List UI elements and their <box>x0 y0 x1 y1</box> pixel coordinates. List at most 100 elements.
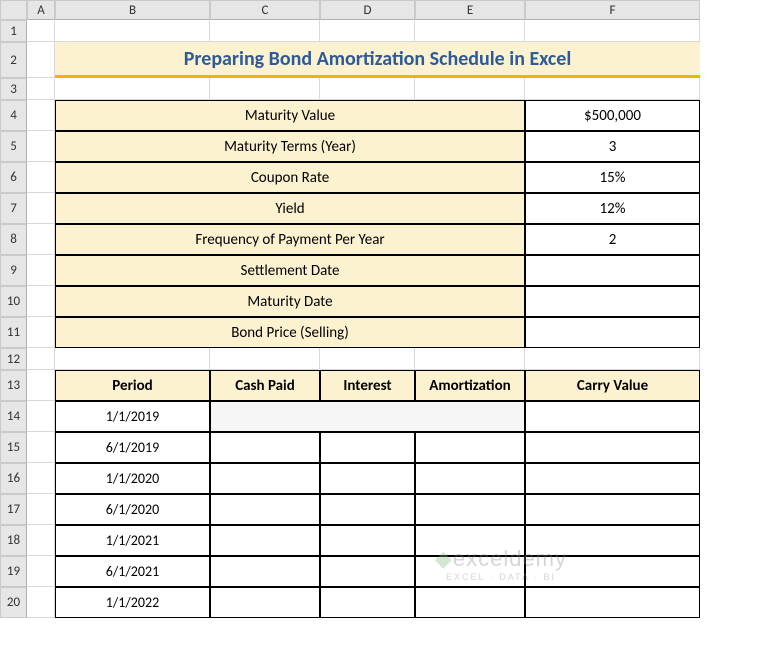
cell-blank[interactable] <box>525 20 700 42</box>
sched-carry-value[interactable] <box>525 432 700 463</box>
row-header-3[interactable]: 3 <box>0 78 27 100</box>
row-header-14[interactable]: 14 <box>0 401 27 432</box>
param-value-settlement-date[interactable] <box>525 255 700 286</box>
sched-cash-paid[interactable] <box>210 463 320 494</box>
cell-blank[interactable] <box>27 556 55 587</box>
sched-period[interactable]: 1/1/2020 <box>55 463 210 494</box>
sched-header-period[interactable]: Period <box>55 370 210 401</box>
row-header-16[interactable]: 16 <box>0 463 27 494</box>
sched-interest[interactable] <box>320 463 415 494</box>
row-header-7[interactable]: 7 <box>0 193 27 224</box>
sched-amortization[interactable] <box>415 556 525 587</box>
sched-carry-value[interactable] <box>525 494 700 525</box>
sched-interest[interactable] <box>320 587 415 618</box>
param-value-maturity-value[interactable]: $500,000 <box>525 100 700 131</box>
col-header-F[interactable]: F <box>525 0 700 20</box>
col-header-E[interactable]: E <box>415 0 525 20</box>
cell-blank[interactable] <box>320 20 415 42</box>
param-label-yield[interactable]: Yield <box>55 193 525 224</box>
cell-blank[interactable] <box>525 78 700 100</box>
col-header-D[interactable]: D <box>320 0 415 20</box>
row-header-19[interactable]: 19 <box>0 556 27 587</box>
sched-interest[interactable] <box>320 556 415 587</box>
sched-interest[interactable] <box>320 494 415 525</box>
sched-amortization[interactable] <box>415 587 525 618</box>
cell-blank[interactable] <box>27 370 55 401</box>
param-label-settlement-date[interactable]: Settlement Date <box>55 255 525 286</box>
row-header-8[interactable]: 8 <box>0 224 27 255</box>
cell-blank[interactable] <box>415 20 525 42</box>
sched-amortization[interactable] <box>415 432 525 463</box>
sched-header-interest[interactable]: Interest <box>320 370 415 401</box>
sched-period[interactable]: 1/1/2019 <box>55 401 210 432</box>
cell-blank[interactable] <box>27 42 55 78</box>
param-value-yield[interactable]: 12% <box>525 193 700 224</box>
cell-blank[interactable] <box>27 20 55 42</box>
cell-blank[interactable] <box>210 20 320 42</box>
sched-cash-paid[interactable] <box>210 432 320 463</box>
col-header-B[interactable]: B <box>55 0 210 20</box>
sched-cash-paid[interactable] <box>210 556 320 587</box>
param-label-maturity-date[interactable]: Maturity Date <box>55 286 525 317</box>
cell-blank[interactable] <box>27 525 55 556</box>
row-header-13[interactable]: 13 <box>0 370 27 401</box>
row-header-5[interactable]: 5 <box>0 131 27 162</box>
row-header-17[interactable]: 17 <box>0 494 27 525</box>
cell-blank[interactable] <box>210 348 320 370</box>
sched-cash-paid[interactable] <box>210 525 320 556</box>
row-header-6[interactable]: 6 <box>0 162 27 193</box>
cell-blank[interactable] <box>27 255 55 286</box>
cell-blank[interactable] <box>27 348 55 370</box>
cell-blank[interactable] <box>27 224 55 255</box>
cell-blank[interactable] <box>27 463 55 494</box>
sched-carry-value[interactable] <box>525 401 700 432</box>
param-value-bond-price[interactable] <box>525 317 700 348</box>
param-label-bond-price[interactable]: Bond Price (Selling) <box>55 317 525 348</box>
row-header-11[interactable]: 11 <box>0 317 27 348</box>
cell-blank[interactable] <box>320 348 415 370</box>
cell-blank[interactable] <box>55 78 210 100</box>
cell-blank[interactable] <box>27 494 55 525</box>
sched-period[interactable]: 6/1/2019 <box>55 432 210 463</box>
cell-blank[interactable] <box>27 401 55 432</box>
param-label-maturity-terms[interactable]: Maturity Terms (Year) <box>55 131 525 162</box>
page-title[interactable]: Preparing Bond Amortization Schedule in … <box>55 42 700 78</box>
sched-carry-value[interactable] <box>525 556 700 587</box>
param-value-frequency[interactable]: 2 <box>525 224 700 255</box>
cell-blank[interactable] <box>27 162 55 193</box>
cell-blank[interactable] <box>27 78 55 100</box>
row-header-4[interactable]: 4 <box>0 100 27 131</box>
cell-blank[interactable] <box>210 78 320 100</box>
sched-header-amortization[interactable]: Amortization <box>415 370 525 401</box>
cell-blank[interactable] <box>27 587 55 618</box>
sched-period[interactable]: 6/1/2020 <box>55 494 210 525</box>
cell-blank[interactable] <box>27 131 55 162</box>
cell-blank[interactable] <box>27 286 55 317</box>
cell-blank[interactable] <box>415 78 525 100</box>
sched-amortization[interactable] <box>415 494 525 525</box>
cell-blank[interactable] <box>27 100 55 131</box>
sched-period[interactable]: 1/1/2022 <box>55 587 210 618</box>
row-header-1[interactable]: 1 <box>0 20 27 42</box>
select-all-corner[interactable] <box>0 0 27 20</box>
sched-amortization[interactable] <box>415 525 525 556</box>
param-label-frequency[interactable]: Frequency of Payment Per Year <box>55 224 525 255</box>
param-label-coupon-rate[interactable]: Coupon Rate <box>55 162 525 193</box>
row-header-2[interactable]: 2 <box>0 42 27 78</box>
sched-carry-value[interactable] <box>525 587 700 618</box>
cell-blank[interactable] <box>27 317 55 348</box>
sched-header-cash-paid[interactable]: Cash Paid <box>210 370 320 401</box>
row-header-10[interactable]: 10 <box>0 286 27 317</box>
row-header-15[interactable]: 15 <box>0 432 27 463</box>
sched-carry-value[interactable] <box>525 525 700 556</box>
col-header-C[interactable]: C <box>210 0 320 20</box>
sched-interest[interactable] <box>320 432 415 463</box>
sched-carry-value[interactable] <box>525 463 700 494</box>
sched-cash-paid[interactable] <box>210 587 320 618</box>
cell-blank[interactable] <box>320 78 415 100</box>
row-header-20[interactable]: 20 <box>0 587 27 618</box>
sched-amortization[interactable] <box>415 463 525 494</box>
cell-blank[interactable] <box>415 348 525 370</box>
sched-interest[interactable] <box>320 525 415 556</box>
cell-blank[interactable] <box>27 432 55 463</box>
